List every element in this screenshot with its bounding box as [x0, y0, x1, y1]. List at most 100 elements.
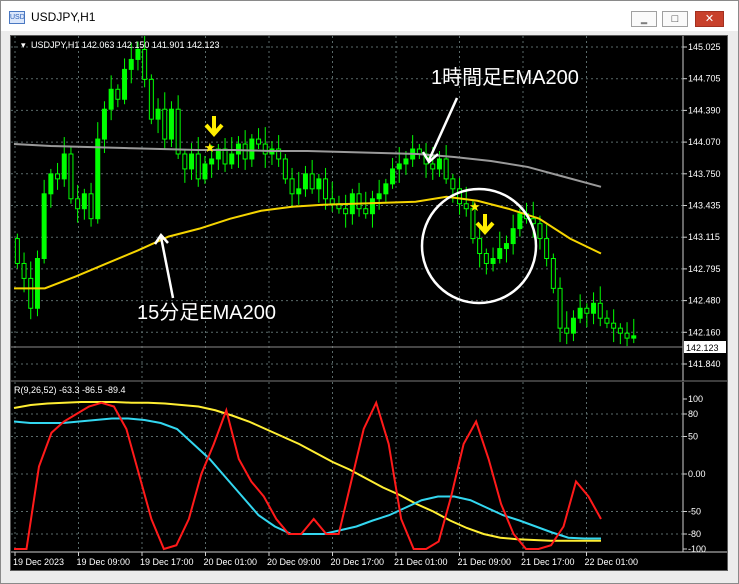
chart-triangle-icon[interactable]: ▾ — [21, 40, 26, 50]
time-axis-label: 20 Dec 09:00 — [267, 557, 321, 567]
price-level-label: 143.435 — [688, 201, 721, 211]
candle-body — [34, 257, 40, 309]
candle-body — [81, 193, 87, 210]
candle-body — [302, 173, 308, 190]
candle-body — [597, 302, 603, 319]
window-title: USDJPY,H1 — [31, 10, 96, 24]
candle-body — [584, 307, 590, 314]
time-axis-label: 21 Dec 01:00 — [394, 557, 448, 567]
candle-body — [316, 178, 322, 190]
candle-body — [403, 158, 409, 165]
time-axis-label: 19 Dec 2023 — [13, 557, 64, 567]
candle-body — [256, 138, 262, 145]
candle-body — [168, 108, 174, 140]
candle-body — [88, 193, 94, 220]
candle-body — [363, 208, 369, 215]
indicator-level-label: 80 — [688, 409, 698, 419]
candle-body — [450, 178, 456, 190]
price-level-label: 145.025 — [688, 42, 721, 52]
candle-body — [175, 108, 181, 155]
price-level-label: 142.480 — [688, 296, 721, 306]
candle-body — [329, 198, 335, 205]
candle-body — [631, 335, 637, 339]
close-button[interactable]: ✕ — [695, 11, 724, 27]
candle-body — [617, 327, 623, 334]
time-axis-labels: 19 Dec 2023 19 Dec 09:00 19 Dec 17:00 20 De… — [13, 552, 638, 567]
time-axis-label: 21 Dec 17:00 — [521, 557, 575, 567]
price-level-label: 143.750 — [688, 169, 721, 179]
price-level-label: 144.070 — [688, 137, 721, 147]
candle-body — [376, 193, 382, 200]
candle-body — [235, 143, 241, 155]
time-axis-label: 19 Dec 09:00 — [77, 557, 131, 567]
candle-body — [108, 88, 114, 110]
candle-body — [510, 228, 516, 245]
candle-body — [550, 257, 556, 289]
candle-body — [135, 48, 141, 60]
indicator-header: R(9,26,52) -63.3 -86.5 -89.4 — [14, 385, 126, 395]
indicator-slow-line — [13, 401, 601, 542]
candle-body — [122, 68, 128, 100]
candle-body — [48, 173, 54, 195]
annotation-ema200-1h: 1時間足EMA200 — [431, 66, 579, 89]
candle-body — [242, 143, 248, 160]
candle-body — [323, 178, 329, 200]
candle-body — [436, 158, 442, 170]
candle-body — [463, 203, 469, 210]
star-marker-2: ★ — [469, 199, 481, 214]
candle-body — [396, 163, 402, 170]
time-axis-label: 22 Dec 01:00 — [585, 557, 639, 567]
candle-body — [148, 78, 154, 120]
candle-body — [390, 168, 396, 185]
candle-body — [356, 193, 362, 210]
indicator-level-label: 100 — [688, 394, 703, 404]
indicator-level-label: 0.00 — [688, 469, 706, 479]
candle-body — [262, 143, 268, 155]
candle-body — [282, 158, 288, 180]
candle-body — [61, 153, 67, 180]
candle-body — [537, 223, 543, 240]
indicator-level-label: -50 — [688, 507, 701, 517]
candle-body — [343, 208, 349, 215]
indicator-level-label: -80 — [688, 529, 701, 539]
price-level-label: 141.840 — [688, 359, 721, 369]
candle-body — [369, 198, 375, 215]
candle-body — [128, 58, 134, 70]
price-level-label: 144.705 — [688, 74, 721, 84]
candle-body — [497, 248, 503, 259]
time-axis-label: 20 Dec 01:00 — [204, 557, 258, 567]
candle-body — [142, 48, 148, 80]
chart-canvas[interactable]: 145.025 144.705 144.390 144.070 143.750 143.4… — [10, 35, 728, 571]
candle-body — [564, 327, 570, 334]
candle-body — [591, 302, 597, 314]
candle-body — [202, 163, 208, 180]
candle-body — [483, 253, 489, 264]
candle-body — [604, 317, 610, 324]
candle-body — [155, 108, 161, 120]
candle-body — [296, 188, 302, 195]
chart-svg[interactable]: 145.025 144.705 144.390 144.070 143.750 143.4… — [11, 35, 727, 570]
title-bar[interactable]: USD USDJPY,H1 ‗ □ ✕ — [1, 1, 738, 31]
candle-body — [517, 213, 523, 230]
candle-body — [383, 183, 389, 195]
candle-body — [611, 322, 617, 329]
candle-body — [162, 108, 168, 140]
indicator-fast-line — [14, 399, 602, 551]
candle-body — [195, 153, 201, 180]
maximize-button[interactable]: □ — [662, 11, 688, 27]
candle-body — [570, 317, 576, 334]
minimize-button[interactable]: ‗ — [631, 11, 657, 27]
price-header: USDJPY,H1 142.063 142.150 141.901 142.12… — [31, 40, 220, 50]
annotation-ema200-15m: 15分足EMA200 — [137, 301, 276, 324]
price-level-label: 143.115 — [688, 232, 720, 242]
candle-body — [68, 153, 74, 200]
price-level-label: 142.160 — [688, 327, 721, 337]
candle-body — [430, 163, 436, 170]
candle-body — [182, 153, 188, 170]
current-price-label: 142.123 — [686, 343, 719, 353]
annotation-arrow-1h — [427, 97, 459, 161]
indicator-level-label: 50 — [688, 432, 698, 442]
price-level-label: 144.390 — [688, 105, 721, 115]
time-axis-label: 19 Dec 17:00 — [140, 557, 194, 567]
candle-body — [229, 153, 235, 165]
